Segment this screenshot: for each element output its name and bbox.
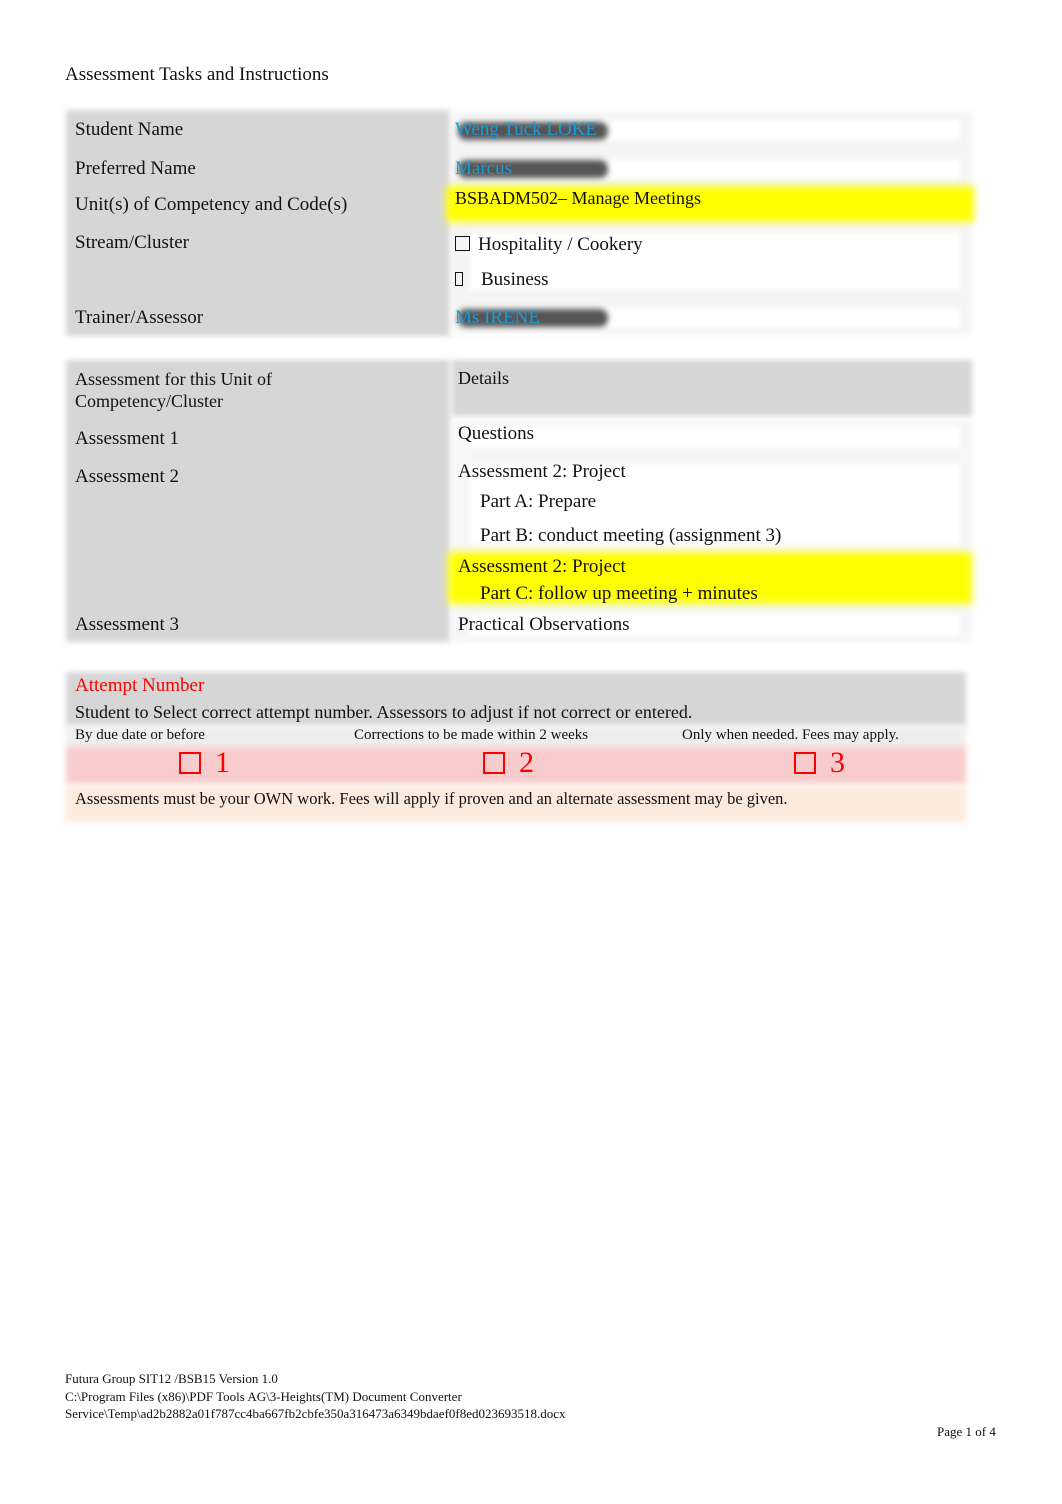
attempt-2-caption: Corrections to be made within 2 weeks xyxy=(354,727,589,743)
attempt-1-caption: By due date or before xyxy=(75,727,205,743)
label-column-shading xyxy=(66,110,450,336)
attempt-number: 3 xyxy=(830,746,845,779)
page-number: Page 1 of 4 xyxy=(937,1424,996,1439)
attempt-option-2[interactable]: 2 xyxy=(483,746,534,780)
attempt-number: 2 xyxy=(519,746,534,779)
assessment-1-label: Assessment 1 xyxy=(75,428,179,449)
footer-path-line1: C:\Program Files (x86)\PDF Tools AG\3-He… xyxy=(65,1389,462,1404)
assessment-2-part-b: Part B: conduct meeting (assignment 3) xyxy=(480,525,782,546)
stream-label: Stream/Cluster xyxy=(75,232,189,253)
assessment-1-details: Questions xyxy=(458,423,534,444)
own-work-note: Assessments must be your OWN work. Fees … xyxy=(75,789,788,808)
checkbox-icon[interactable] xyxy=(483,752,505,774)
checkbox-icon[interactable] xyxy=(179,752,201,774)
attempt-option-1[interactable]: 1 xyxy=(179,746,230,780)
checkbox-icon[interactable] xyxy=(794,752,816,774)
header-details-label: Details xyxy=(458,368,509,388)
attempt-3-caption: Only when needed. Fees may apply. xyxy=(682,727,899,743)
preferred-name-value[interactable]: Marcus xyxy=(455,158,512,180)
unit-value[interactable]: BSBADM502– Manage Meetings xyxy=(455,188,701,209)
assessment-2-part-a: Part A: Prepare xyxy=(480,491,597,512)
preferred-name-label: Preferred Name xyxy=(75,158,196,179)
stream-option-label: Business xyxy=(481,269,549,290)
stream-option-hospitality[interactable]: Hospitality / Cookery xyxy=(455,234,643,256)
checkbox-icon[interactable] xyxy=(455,236,470,251)
footer-version: Futura Group SIT12 /BSB15 Version 1.0 xyxy=(65,1371,278,1386)
document-title: Assessment Tasks and Instructions xyxy=(65,64,329,85)
stream-option-label: Hospitality / Cookery xyxy=(478,234,643,255)
checkbox-icon[interactable] xyxy=(455,272,463,286)
attempt-number: 1 xyxy=(215,746,230,779)
unit-label: Unit(s) of Competency and Code(s) xyxy=(75,194,348,215)
trainer-label: Trainer/Assessor xyxy=(75,307,204,328)
assessment-2-highlight-title: Assessment 2: Project xyxy=(458,556,626,577)
attempt-instruction: Student to Select correct attempt number… xyxy=(75,702,693,722)
trainer-value[interactable]: Ms IRENE xyxy=(455,307,540,329)
assessment-3-details: Practical Observations xyxy=(458,614,630,635)
value-column-shading xyxy=(452,112,972,334)
assessment-3-label: Assessment 3 xyxy=(75,614,179,635)
header-shading xyxy=(452,360,972,416)
assessment-2-details-title: Assessment 2: Project xyxy=(458,461,626,482)
student-name-label: Student Name xyxy=(75,119,184,140)
attempt-title: Attempt Number xyxy=(75,675,205,696)
detail-cell-bg xyxy=(470,426,960,448)
assessment-2-part-c: Part C: follow up meeting + minutes xyxy=(480,583,758,604)
header-assessment-label: Assessment for this Unit of Competency/C… xyxy=(75,369,272,411)
attempt-option-3[interactable]: 3 xyxy=(794,746,845,780)
assessment-2-label: Assessment 2 xyxy=(75,466,179,487)
footer-path-line2: Service\Temp\ad2b2882a01f787cc4ba667fb2c… xyxy=(65,1406,566,1421)
stream-option-business[interactable]: Business xyxy=(455,269,549,291)
student-name-value[interactable]: Weng Tuck LOKE xyxy=(455,119,597,141)
